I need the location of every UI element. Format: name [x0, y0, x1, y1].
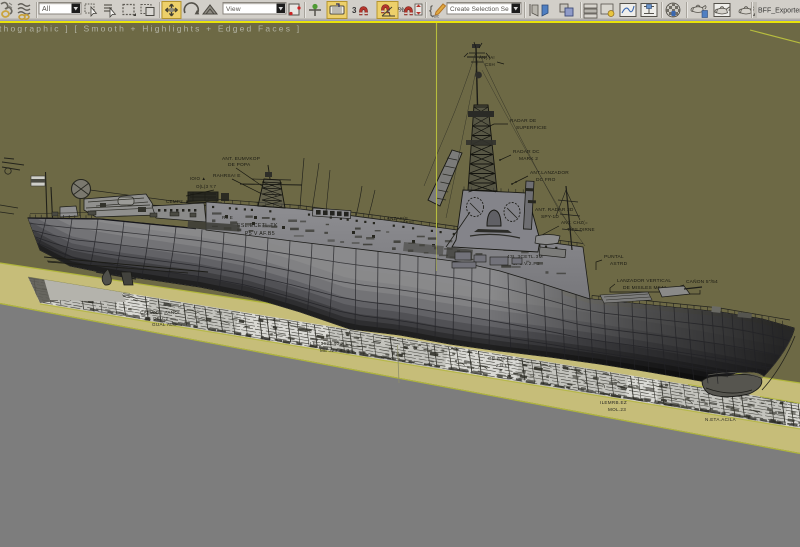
- svg-text:Create Selection Se: Create Selection Se: [450, 6, 509, 13]
- svg-text:.P5 V AF.B5: .P5 V AF.B5: [243, 231, 275, 237]
- svg-text:ASTRD: ASTRD: [610, 261, 628, 267]
- svg-text:CAMA DE PANOL: CAMA DE PANOL: [140, 310, 181, 315]
- svg-text:ABC: ABC: [432, 15, 440, 19]
- svg-text:MARK 2: MARK 2: [519, 156, 538, 162]
- svg-text:O(L(3 Y.7: O(L(3 Y.7: [196, 184, 217, 189]
- svg-text:GB.A30.LF: GB.A30.LF: [488, 356, 513, 361]
- svg-text:MOL.23: MOL.23: [608, 407, 626, 412]
- svg-text:LANZADOR VERTICAL: LANZADOR VERTICAL: [617, 278, 671, 284]
- svg-text:M. DE C2: M. DE C2: [146, 316, 168, 321]
- svg-text:All: All: [42, 6, 51, 13]
- svg-text:BFF_Exporter: BFF_Exporter: [758, 8, 800, 15]
- svg-text:Z3LL: Z3LL: [496, 363, 508, 368]
- svg-text:DC FRO: DC FRO: [536, 177, 556, 183]
- svg-text:CEMP2 .3: CEMP2 .3: [166, 199, 189, 204]
- svg-text:DE POPA: DE POPA: [228, 162, 251, 168]
- svg-text:RADAR DE: RADAR DE: [510, 118, 536, 124]
- svg-text:thographic ] [ Smooth + Highli: thographic ] [ Smooth + Highlights + Edg…: [0, 24, 301, 34]
- svg-text:ANT. CHZ(=: ANT. CHZ(=: [561, 220, 588, 225]
- svg-text:View: View: [226, 6, 241, 13]
- svg-text:SUPERFICIE: SUPERFICIE: [516, 125, 547, 131]
- svg-text:%: %: [398, 5, 405, 14]
- svg-text:ANT. EUMVKOP: ANT. EUMVKOP: [222, 156, 260, 162]
- svg-text:GUAL ALO: GUAL ALO: [152, 322, 177, 327]
- svg-text:LEL.3623.40.2 L: LEL.3623.40.2 L: [310, 341, 348, 346]
- svg-text:N.ETA.ACILA: N.ETA.ACILA: [705, 417, 737, 422]
- svg-text:CAÑON 5"/54: CAÑON 5"/54: [686, 278, 718, 285]
- svg-text:ILEMRB.EZ: ILEMRB.EZ: [600, 400, 627, 405]
- svg-text:ME.3Z3.43.3 L: ME.3Z3.43.3 L: [320, 348, 354, 353]
- svg-text:IO!O ▲: IO!O ▲: [190, 176, 206, 181]
- svg-text:CSH: CSH: [485, 62, 495, 67]
- svg-text:3: 3: [352, 6, 357, 15]
- svg-text:RAHRSA! E: RAHRSA! E: [213, 173, 241, 179]
- svg-text:PUNTAL: PUNTAL: [604, 254, 624, 260]
- svg-text:ANT.LANZADOR: ANT.LANZADOR: [530, 170, 569, 176]
